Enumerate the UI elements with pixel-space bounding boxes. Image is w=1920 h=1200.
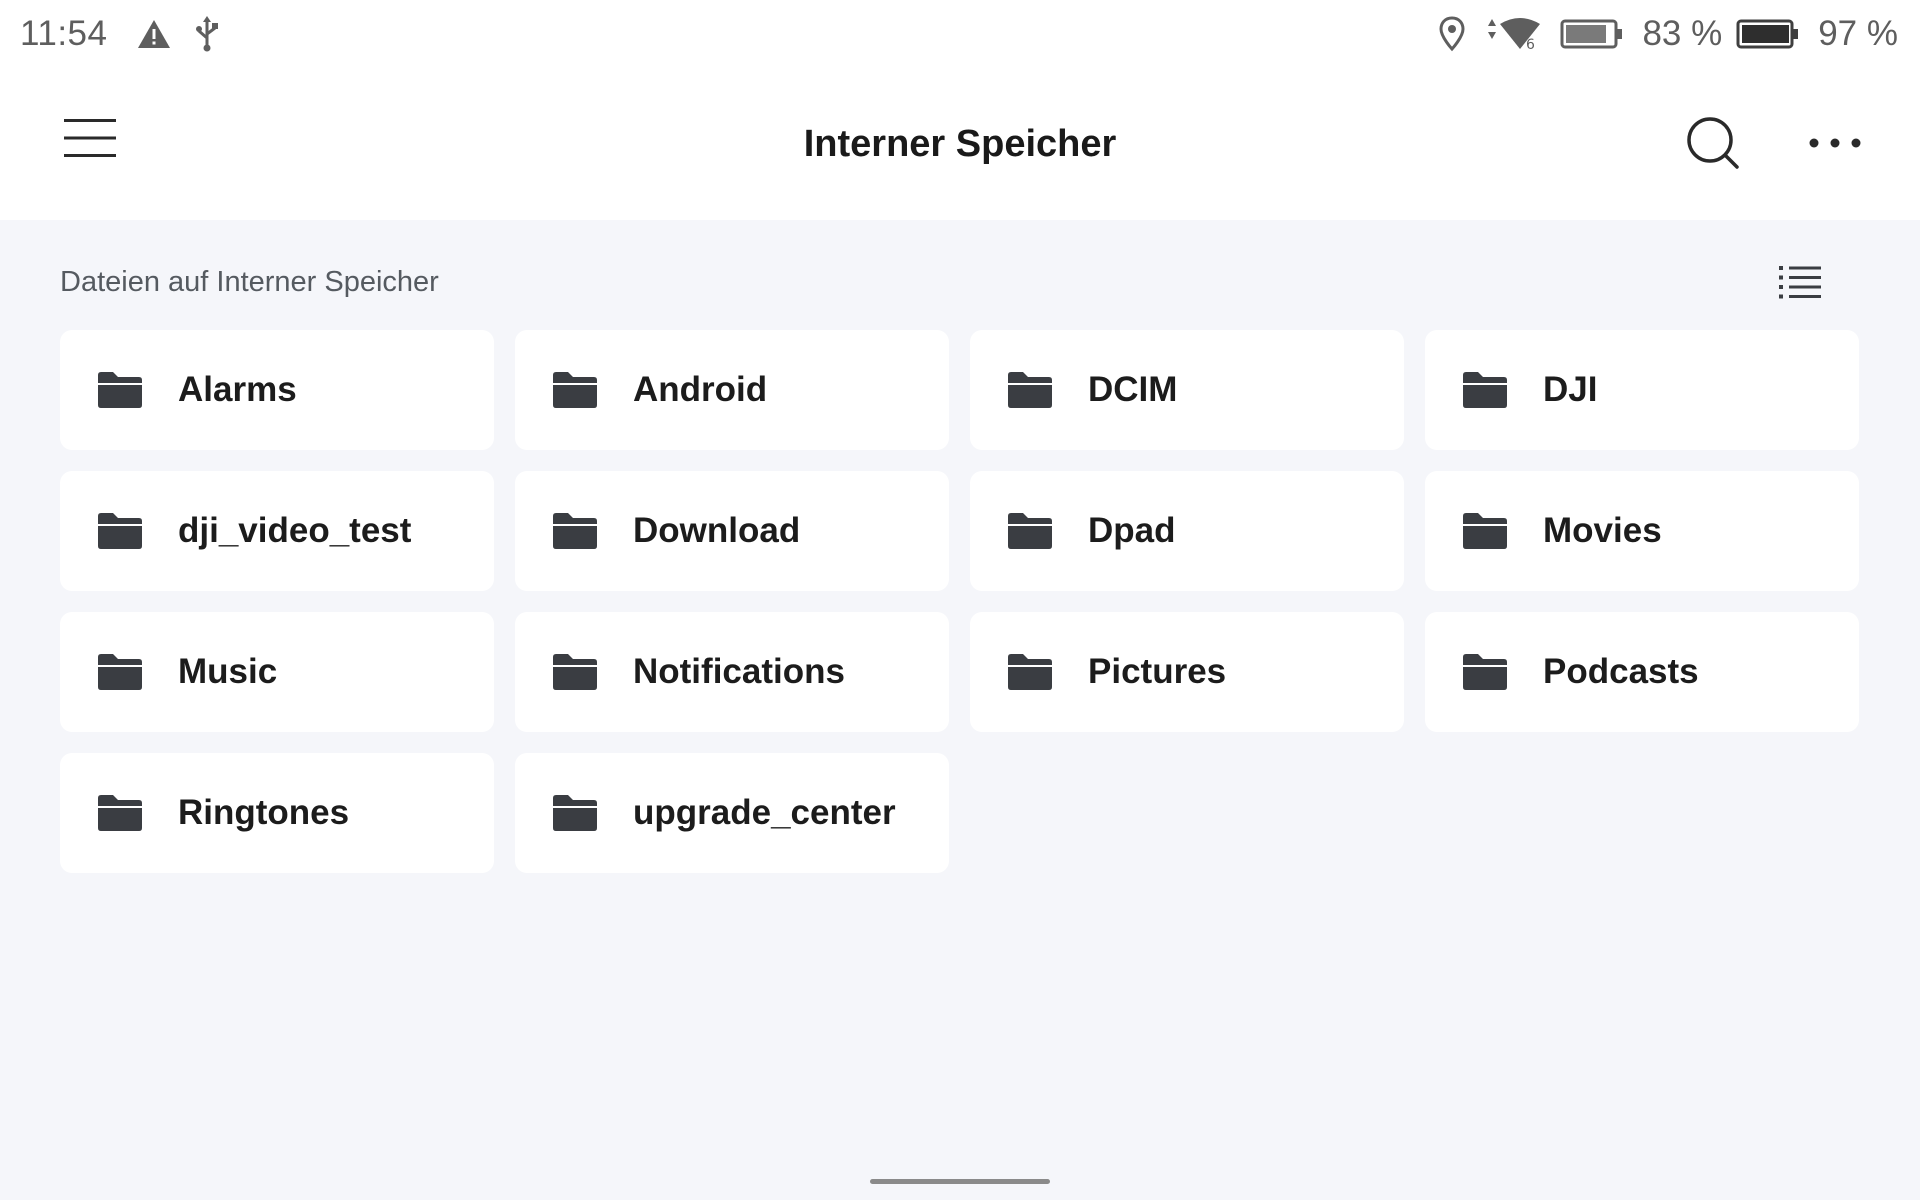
folder-item[interactable]: Music (60, 612, 494, 732)
menu-button[interactable] (50, 108, 130, 168)
more-icon (1809, 138, 1861, 148)
search-icon (1687, 117, 1739, 169)
page-title: Interner Speicher (803, 122, 1117, 165)
usb-icon (194, 16, 220, 52)
folder-icon (1006, 371, 1054, 409)
status-bar-left: 11:54 (20, 14, 242, 54)
folder-name: Notifications (633, 652, 845, 691)
folder-icon (1006, 512, 1054, 550)
folder-icon (1461, 512, 1509, 550)
folder-name: Ringtones (178, 793, 350, 832)
folder-name: Android (633, 370, 768, 409)
folder-icon (96, 794, 144, 832)
section-header: Dateien auf Interner Speicher (60, 262, 1860, 302)
folder-item[interactable]: upgrade_center (515, 753, 949, 873)
folder-icon (551, 371, 599, 409)
folder-name: Pictures (1088, 652, 1227, 691)
battery-1-percent: 83 % (1642, 14, 1723, 53)
folder-item[interactable]: Podcasts (1425, 612, 1859, 732)
wifi-icon: 6 (1484, 16, 1542, 52)
menu-icon (64, 119, 116, 157)
folder-icon (551, 794, 599, 832)
battery-icon (1560, 18, 1624, 50)
folder-icon (1461, 653, 1509, 691)
folder-icon (96, 371, 144, 409)
folder-item[interactable]: DCIM (970, 330, 1404, 450)
folder-item[interactable]: Dpad (970, 471, 1404, 591)
status-time: 11:54 (20, 14, 108, 53)
folder-item[interactable]: Android (515, 330, 949, 450)
top-app-bar: Interner Speicher (0, 68, 1920, 220)
home-indicator[interactable] (870, 1179, 1050, 1184)
folder-name: dji_video_test (178, 511, 412, 550)
svg-text:6: 6 (1526, 37, 1535, 52)
folder-icon (1006, 653, 1054, 691)
folder-icon (96, 512, 144, 550)
folder-name: Alarms (178, 370, 297, 409)
folder-icon (1461, 371, 1509, 409)
folder-item[interactable]: Download (515, 471, 949, 591)
folder-name: Dpad (1088, 511, 1176, 550)
folder-icon (96, 653, 144, 691)
search-button[interactable] (1680, 110, 1746, 176)
folder-item[interactable]: dji_video_test (60, 471, 494, 591)
folder-name: Podcasts (1543, 652, 1699, 691)
folder-name: upgrade_center (633, 793, 896, 832)
status-bar-right: 6 83 % 97 % (1438, 14, 1900, 54)
folder-item[interactable]: Movies (1425, 471, 1859, 591)
folder-name: Download (633, 511, 801, 550)
folder-name: DCIM (1088, 370, 1178, 409)
folder-grid: Alarms Android DCIM DJI dji_video_test Downlo… (60, 330, 1859, 873)
more-options-button[interactable] (1800, 110, 1870, 176)
warning-icon (136, 18, 172, 50)
section-label: Dateien auf Interner Speicher (60, 265, 439, 298)
folder-item[interactable]: Ringtones (60, 753, 494, 873)
folder-item[interactable]: Alarms (60, 330, 494, 450)
battery-2-percent: 97 % (1818, 14, 1898, 53)
status-bar: 11:54 6 83 % 97 % (0, 0, 1920, 68)
folder-name: Music (178, 652, 278, 691)
folder-item[interactable]: DJI (1425, 330, 1859, 450)
view-toggle-button[interactable] (1770, 254, 1830, 310)
folder-item[interactable]: Pictures (970, 612, 1404, 732)
battery-icon (1736, 18, 1800, 50)
folder-item[interactable]: Notifications (515, 612, 949, 732)
folder-name: DJI (1543, 370, 1598, 409)
location-icon (1438, 16, 1466, 52)
folder-name: Movies (1543, 511, 1662, 550)
list-view-icon (1779, 266, 1821, 299)
folder-icon (551, 512, 599, 550)
folder-icon (551, 653, 599, 691)
